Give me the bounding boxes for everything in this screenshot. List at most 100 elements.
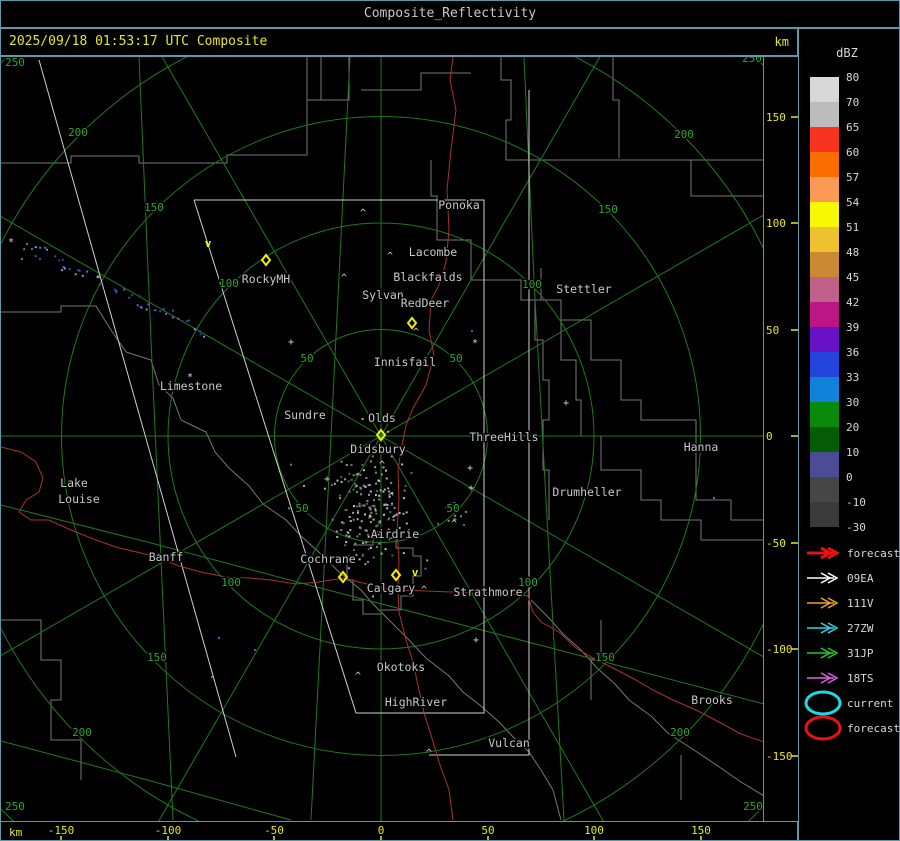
symbol-asterisk: * [187, 372, 193, 383]
clutter-dot [331, 518, 334, 521]
colorbar-boundary-label: 42 [846, 296, 859, 309]
clutter-dot [352, 518, 355, 521]
right-axis-label: -100 [766, 643, 793, 656]
clutter-dot [385, 469, 387, 472]
clutter-dot [340, 481, 343, 483]
speckle-echo [113, 288, 116, 291]
colorbar-band-30 [810, 402, 839, 427]
clutter-dot [359, 473, 362, 476]
clutter-dot [387, 430, 390, 433]
track-legend-label: 27ZW [847, 622, 874, 635]
clutter-dot [367, 535, 370, 538]
ring-label-50: 50 [449, 352, 462, 365]
city-label-sylvan: Sylvan [362, 288, 404, 302]
clutter-dot [375, 482, 378, 485]
clutter-dot [355, 484, 358, 487]
ring-label-100: 100 [219, 277, 239, 290]
clutter-dot [424, 567, 427, 570]
colorbar-boundary-label: 33 [846, 371, 859, 384]
colorbar-boundary-label: 0 [846, 471, 853, 484]
colorbar-band-80 [810, 77, 839, 102]
clutter-dot [426, 559, 429, 562]
clutter-dot [366, 500, 369, 502]
ring-label-100: 100 [221, 576, 241, 589]
clutter-dot [410, 471, 413, 474]
symbol-plus: + [288, 337, 294, 348]
ring-label-200: 200 [670, 726, 690, 739]
colorbar-boundary-label: 10 [846, 446, 859, 459]
clutter-dot [377, 479, 380, 482]
speckle-echo [86, 270, 89, 273]
speckle-echo [45, 248, 48, 251]
clutter-dot [339, 497, 341, 500]
clutter-dot [365, 476, 368, 479]
info-bar: 2025/09/18 01:53:17 UTC Composite km [0, 28, 798, 56]
clutter-dot [392, 515, 395, 518]
clutter-dot [350, 463, 353, 466]
track-legend-label: 18TS [847, 672, 874, 685]
radar-map-canvas[interactable]: 50 100 150 200 250 50 100 150 200 250 50 100 150 200 2… [1, 57, 764, 821]
right-axis: 150 100 50 0 -50 -100 -150 [763, 56, 799, 822]
city-label-hanna: Hanna [684, 440, 719, 454]
bottom-axis: km -150 -100 -50 0 50 100 150 [0, 821, 798, 841]
colorbar-band-42 [810, 302, 839, 327]
speckle-echo [68, 268, 71, 270]
symbol-caret: ^ [421, 585, 427, 596]
speckle-echo [193, 328, 196, 331]
speckle-echo [63, 267, 66, 270]
colorbar-band-48 [810, 252, 839, 277]
clutter-dot [340, 460, 343, 463]
clutter-dot [385, 477, 388, 480]
colorbar-band-60 [810, 152, 839, 177]
symbol-plus: + [467, 463, 473, 474]
clutter-dot [384, 548, 387, 551]
clutter-dot [374, 494, 377, 497]
ring-label-50: 50 [446, 502, 459, 515]
clutter-dot [401, 463, 404, 466]
clutter-dot [349, 529, 352, 532]
speckle-echo [162, 307, 165, 310]
clutter-dot [340, 529, 343, 531]
symbol-caret: ^ [426, 748, 432, 759]
city-label-rockymh: RockyMH [242, 272, 291, 286]
clutter-dot [348, 490, 351, 493]
city-label-drumheller: Drumheller [552, 485, 621, 499]
city-label-stettler: Stettler [556, 282, 611, 296]
clutter-dot [356, 518, 359, 521]
clutter-dot [355, 553, 358, 556]
clutter-dot [383, 488, 386, 491]
speckle-echo [131, 294, 134, 297]
radar-map-area[interactable]: 50 100 150 200 250 50 100 150 200 250 50 100 150 200 2… [0, 56, 764, 822]
track-legend-row-111V: 111V [807, 597, 874, 610]
clutter-dot [405, 522, 408, 525]
symbol-asterisk: * [8, 237, 14, 248]
clutter-dot [387, 487, 390, 490]
speckle-echo [123, 288, 126, 291]
clutter-dot [403, 489, 406, 492]
clutter-dot [359, 486, 362, 489]
clutter-dot [340, 475, 343, 478]
clutter-dot [350, 478, 353, 481]
city-label-banff: Banff [149, 550, 184, 564]
clutter-dot [460, 515, 462, 518]
clutter-dot [358, 502, 361, 505]
city-label-blackfalds: Blackfalds [393, 270, 462, 284]
clutter-dot [347, 480, 350, 483]
ring-label-150: 150 [144, 201, 164, 214]
spoke-150deg [1, 216, 382, 437]
speckle-echo [172, 309, 174, 312]
clutter-dot [370, 460, 372, 463]
clutter-dot [331, 483, 333, 486]
clutter-dot [368, 506, 371, 509]
clutter-dot [333, 482, 336, 485]
right-axis-scale: 150 100 50 0 -50 -100 -150 [766, 111, 798, 763]
ellipse-icon [804, 690, 842, 716]
speckle-echo [136, 304, 139, 307]
clutter-dot [373, 499, 375, 502]
colorbar-band-0 [810, 477, 839, 502]
ring-label-50: 50 [300, 352, 313, 365]
clutter-dot [345, 464, 348, 466]
colorbar-band-39 [810, 327, 839, 352]
ring-label-250: 250 [742, 57, 762, 65]
colorbar-band-51 [810, 227, 839, 252]
